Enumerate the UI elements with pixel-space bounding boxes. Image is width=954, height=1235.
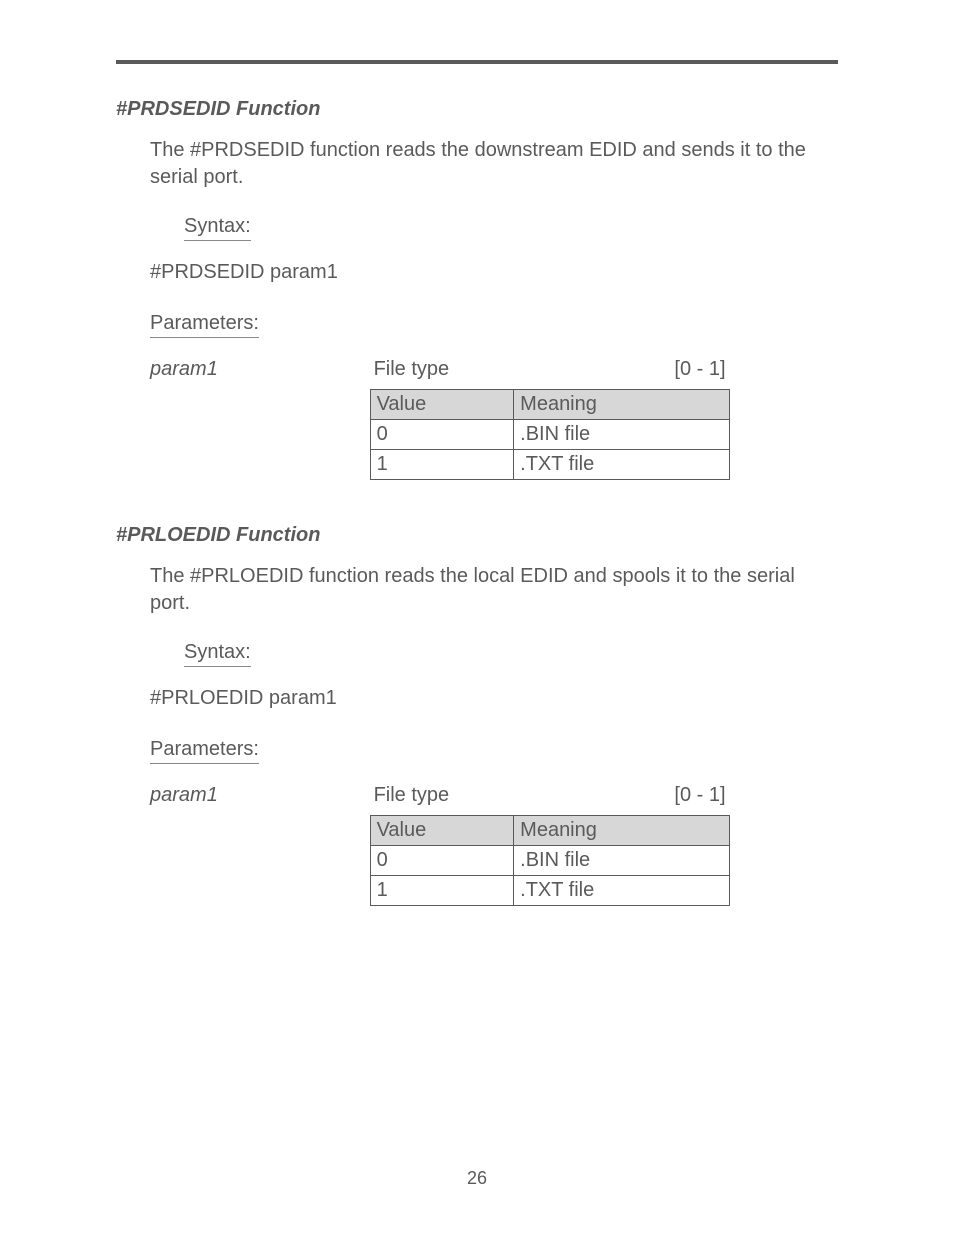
parameters-block: Parameters: param1 File type [0 - 1] Val…: [116, 312, 838, 480]
parameters-label: Parameters:: [150, 312, 259, 338]
section-title: #PRLOEDID Function: [116, 524, 838, 547]
param-range: [0 - 1]: [674, 784, 725, 807]
syntax-code: #PRDSEDID param1: [150, 261, 838, 284]
table-row: 0 .BIN file: [370, 846, 729, 876]
section-body: The #PRDSEDID function reads the downstr…: [150, 137, 838, 191]
param-desc: File type: [374, 784, 450, 807]
table-header-row: Value Meaning: [370, 390, 729, 420]
table-cell: .TXT file: [514, 876, 729, 906]
table-cell: .BIN file: [514, 846, 729, 876]
table-cell: 1: [370, 876, 514, 906]
parameters-label: Parameters:: [150, 738, 259, 764]
table-header-meaning: Meaning: [514, 390, 729, 420]
param-right: File type [0 - 1] Value Meaning 0 .BIN f…: [370, 358, 730, 480]
page-content: #PRDSEDID Function The #PRDSEDID functio…: [0, 0, 954, 906]
section-prloedid: #PRLOEDID Function The #PRLOEDID functio…: [116, 524, 838, 906]
param-name-text: param1: [150, 784, 218, 806]
param-row: param1 File type [0 - 1] Value Meaning 0: [150, 784, 838, 906]
page-number: 26: [0, 1168, 954, 1189]
table-cell: 0: [370, 846, 514, 876]
syntax-label: Syntax:: [184, 641, 251, 667]
table-header-meaning: Meaning: [514, 816, 729, 846]
table-row: 0 .BIN file: [370, 420, 729, 450]
param-name: param1: [150, 784, 364, 807]
table-header-row: Value Meaning: [370, 816, 729, 846]
param-right: File type [0 - 1] Value Meaning 0 .BIN f…: [370, 784, 730, 906]
table-cell: .TXT file: [514, 450, 729, 480]
table-header-value: Value: [370, 816, 514, 846]
syntax-block: Syntax: #PRDSEDID param1: [150, 215, 838, 284]
table-row: 1 .TXT file: [370, 450, 729, 480]
table-header-value: Value: [370, 390, 514, 420]
section-gap: [116, 480, 838, 524]
syntax-label: Syntax:: [184, 215, 251, 241]
section-title: #PRDSEDID Function: [116, 98, 838, 121]
section-body: The #PRLOEDID function reads the local E…: [150, 563, 838, 617]
param-desc-line: File type [0 - 1]: [370, 784, 730, 807]
param-name-text: param1: [150, 358, 218, 380]
syntax-code: #PRLOEDID param1: [150, 687, 838, 710]
section-prdsedid: #PRDSEDID Function The #PRDSEDID functio…: [116, 98, 838, 480]
value-table: Value Meaning 0 .BIN file 1 .TXT file: [370, 389, 730, 480]
syntax-block: Syntax: #PRLOEDID param1: [150, 641, 838, 710]
table-cell: 0: [370, 420, 514, 450]
param-desc-line: File type [0 - 1]: [370, 358, 730, 381]
value-table: Value Meaning 0 .BIN file 1 .TXT file: [370, 815, 730, 906]
param-desc: File type: [374, 358, 450, 381]
table-row: 1 .TXT file: [370, 876, 729, 906]
param-range: [0 - 1]: [674, 358, 725, 381]
table-cell: 1: [370, 450, 514, 480]
param-name: param1: [150, 358, 364, 381]
header-rule: [116, 60, 838, 64]
table-cell: .BIN file: [514, 420, 729, 450]
param-row: param1 File type [0 - 1] Value Meaning 0: [150, 358, 838, 480]
parameters-block: Parameters: param1 File type [0 - 1] Val…: [116, 738, 838, 906]
